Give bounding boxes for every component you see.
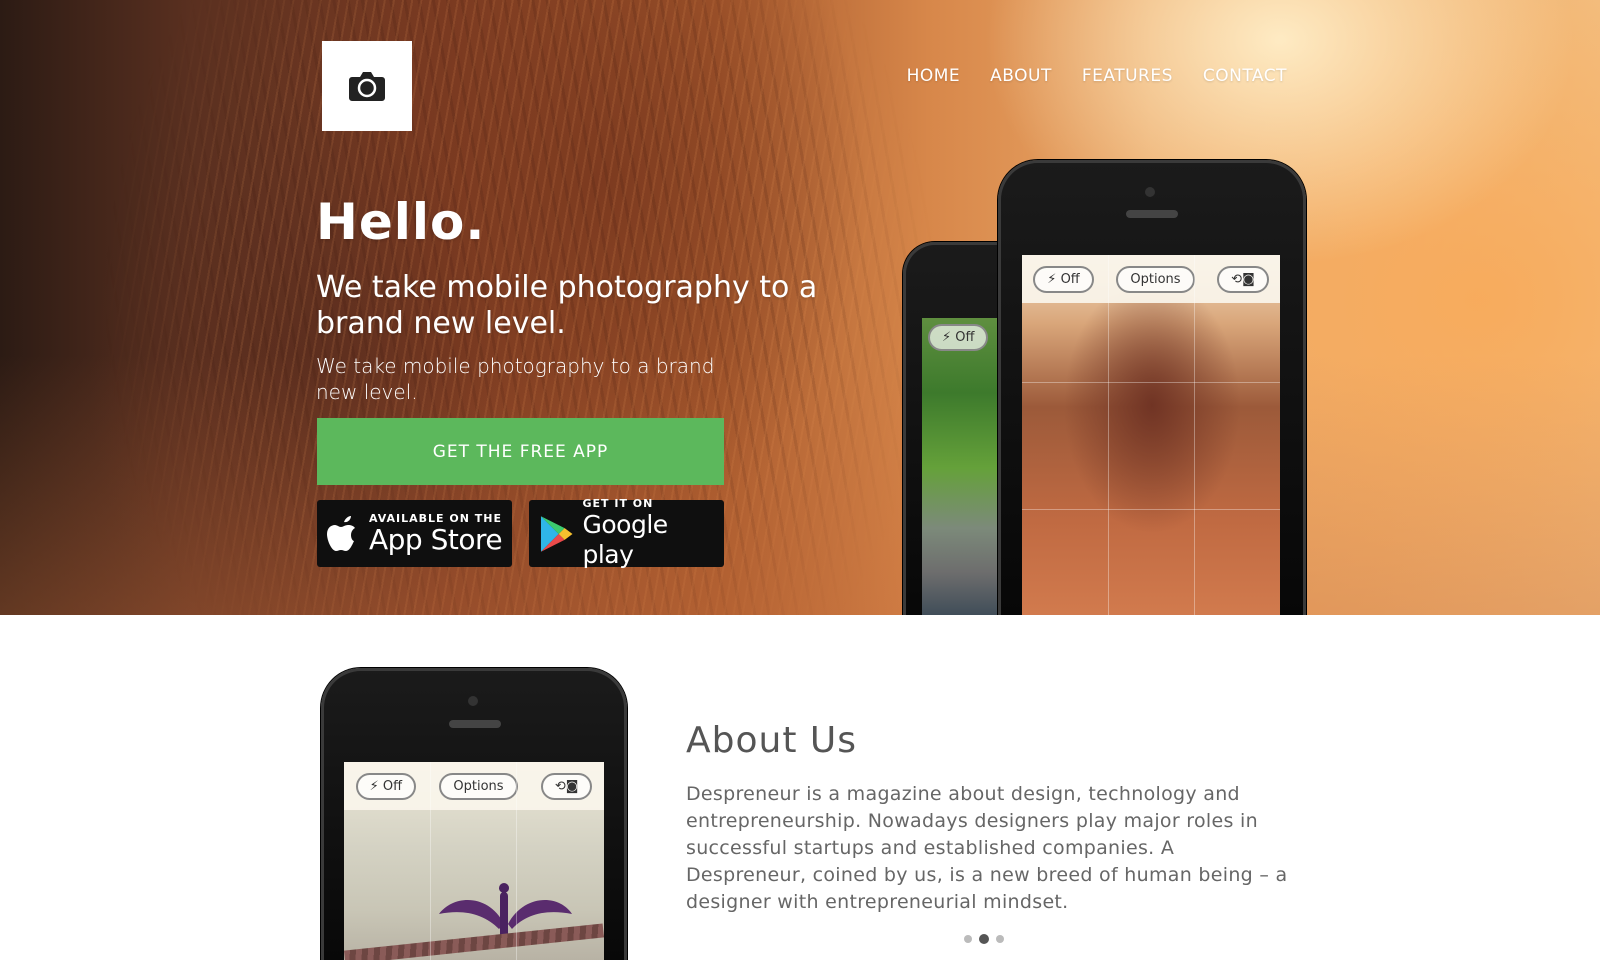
nav-features[interactable]: FEATURES (1082, 66, 1173, 86)
phone-front-speaker (1126, 210, 1178, 218)
nav-about[interactable]: ABOUT (990, 66, 1052, 86)
phone-about-camera (468, 696, 478, 706)
flash-label: Off (1060, 271, 1080, 287)
carousel-dot-1[interactable] (964, 935, 972, 943)
google-play-icon (540, 515, 573, 552)
hero-subline: We take mobile photography to a brand ne… (316, 354, 715, 404)
google-play-button[interactable]: GET IT ON Google play (529, 497, 724, 570)
camera-icon (349, 72, 385, 101)
switch-camera-icon[interactable]: ⟲◙ (540, 772, 593, 800)
phone-back-flash-toggle: ⚡ Off (928, 324, 989, 351)
hero-headline: We take mobile photography to a brand ne… (316, 270, 818, 341)
phone-front-camera (1145, 187, 1155, 197)
logo[interactable] (322, 41, 412, 131)
about-camera-controls-bar: ⚡ Off Options ⟲◙ (344, 762, 604, 810)
options-button[interactable]: Options (1116, 265, 1195, 293)
camera-grid (1022, 255, 1280, 615)
nav-contact[interactable]: CONTACT (1203, 66, 1287, 86)
main-nav: HOME ABOUT FEATURES CONTACT (877, 66, 1287, 86)
app-store-big: App Store (369, 523, 503, 556)
get-free-app-button[interactable]: GET THE FREE APP (317, 418, 724, 485)
flash-icon: ⚡ (369, 778, 379, 794)
flash-icon: ⚡ (1047, 271, 1057, 287)
app-store-text: AVAILABLE ON THE App Store (369, 512, 503, 556)
about-title: About Us (686, 720, 857, 761)
phone-mockup-about: ⚡ Off Options ⟲◙ (321, 668, 627, 960)
phone-about-screen: ⚡ Off Options ⟲◙ (344, 762, 604, 960)
about-text: Despreneur is a magazine about design, t… (686, 783, 1288, 913)
carousel-dot-3[interactable] (996, 935, 1004, 943)
hero-section: HOME ABOUT FEATURES CONTACT Hello. We ta… (0, 0, 1600, 615)
hero-title: Hello. (316, 193, 486, 251)
switch-camera-icon[interactable]: ⟲◙ (1217, 265, 1269, 293)
hero-glow (0, 355, 1600, 615)
phone-back-flash-label: Off (955, 330, 975, 345)
about-flash-label: Off (382, 778, 403, 794)
camera-controls-bar: ⚡ Off Options ⟲◙ (1022, 255, 1280, 303)
apple-icon (327, 515, 355, 551)
phone-front-screen: ⚡ Off Options ⟲◙ (1022, 255, 1280, 615)
carousel-dot-2[interactable] (979, 934, 989, 944)
flash-icon: ⚡ (942, 330, 952, 345)
about-options-button[interactable]: Options (439, 772, 518, 800)
about-flash-toggle[interactable]: ⚡ Off (355, 772, 417, 800)
google-play-text: GET IT ON Google play (582, 497, 724, 570)
google-play-big: Google play (582, 510, 668, 569)
phone-about-speaker (449, 720, 501, 728)
app-store-button[interactable]: AVAILABLE ON THE App Store (317, 500, 512, 567)
phone-mockup-front: ⚡ Off Options ⟲◙ (998, 160, 1306, 615)
google-play-small: GET IT ON (582, 497, 654, 510)
nav-home[interactable]: HOME (907, 66, 961, 86)
carousel-dots (964, 934, 1004, 944)
flash-toggle[interactable]: ⚡ Off (1033, 265, 1094, 293)
